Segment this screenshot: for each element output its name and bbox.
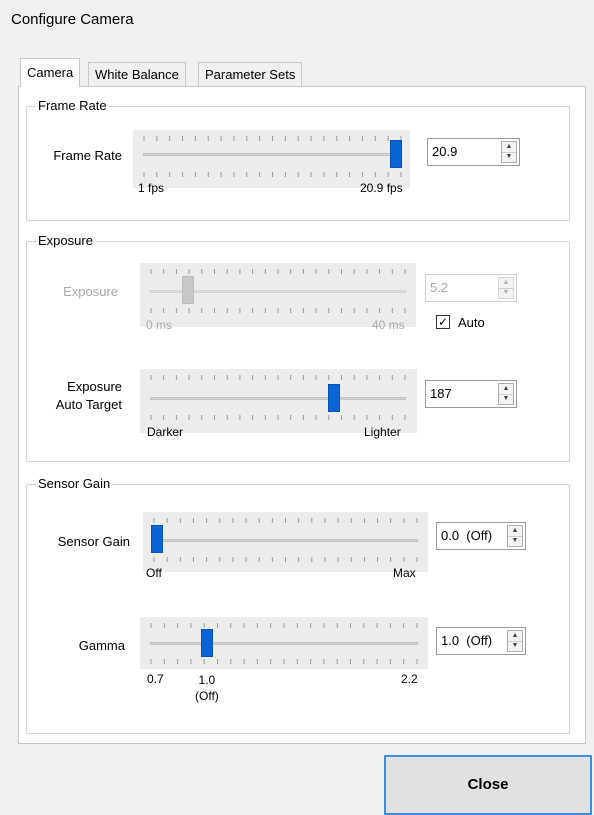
auto-target-spin-buttons[interactable]: ▲ ▼ <box>498 383 514 405</box>
exposure-group-label: Exposure <box>36 233 95 248</box>
exposure-spinbox[interactable]: 5.2 ▲ ▼ <box>425 274 517 302</box>
gamma-top-ticks <box>150 623 418 628</box>
gamma-track <box>150 642 418 645</box>
frame-rate-label: Frame Rate <box>53 148 122 163</box>
gamma-mid-label-line1: 1.0 <box>198 673 216 687</box>
exposure-auto-target-label: Exposure Auto Target <box>30 378 122 414</box>
frame-rate-max-label: 20.9 fps <box>360 181 403 195</box>
gamma-bottom-ticks <box>150 659 418 664</box>
sensor-gain-bottom-ticks <box>153 557 418 562</box>
gamma-label: Gamma <box>78 638 125 653</box>
gamma-thumb[interactable] <box>201 629 214 657</box>
auto-target-track <box>150 397 406 400</box>
sensor-gain-thumb[interactable] <box>151 525 163 553</box>
exposure-auto-target-label-line2: Auto Target <box>55 397 122 412</box>
gamma-mid-label: 1.0 (Off) <box>195 672 219 704</box>
frame-rate-thumb[interactable] <box>390 140 402 168</box>
exposure-auto-target-label-line1: Exposure <box>67 379 122 394</box>
tab-parameter-sets[interactable]: Parameter Sets <box>198 62 303 87</box>
sensor-gain-top-ticks <box>153 518 418 523</box>
exposure-max-label: 40 ms <box>372 318 405 332</box>
exposure-thumb[interactable] <box>181 276 194 304</box>
sensor-gain-spin-buttons[interactable]: ▲ ▼ <box>507 525 523 547</box>
frame-rate-value: 20.9 <box>432 144 458 159</box>
sensor-gain-slider[interactable] <box>143 512 428 572</box>
spin-down-icon[interactable]: ▼ <box>499 288 513 298</box>
frame-rate-group-label: Frame Rate <box>36 98 109 113</box>
close-button[interactable]: Close <box>384 755 592 815</box>
gamma-max-label: 2.2 <box>401 672 418 686</box>
auto-checkbox[interactable]: ✓ <box>436 315 450 329</box>
auto-target-value: 187 <box>430 386 452 401</box>
exposure-min-label: 0 ms <box>146 318 173 332</box>
tab-camera[interactable]: Camera <box>20 58 81 87</box>
auto-checkbox-label: Auto <box>458 315 485 330</box>
exposure-bottom-ticks <box>150 308 406 313</box>
gamma-min-label: 0.7 <box>147 672 164 686</box>
spin-down-icon[interactable]: ▼ <box>508 641 522 651</box>
sensor-gain-max-label: Max <box>393 566 416 580</box>
auto-target-bottom-ticks <box>150 415 406 420</box>
exposure-label: Exposure <box>63 284 118 299</box>
frame-rate-track <box>143 153 402 156</box>
gamma-value: 1.0 (Off) <box>441 633 493 648</box>
sensor-gain-min-label: Off <box>146 566 162 580</box>
sensor-gain-track <box>153 539 418 542</box>
exposure-auto-target-slider[interactable] <box>140 369 417 433</box>
auto-target-min-label: Darker <box>147 425 184 439</box>
exposure-spin-buttons[interactable]: ▲ ▼ <box>498 277 514 299</box>
window-title: Configure Camera <box>11 11 134 28</box>
exposure-top-ticks <box>150 269 406 274</box>
frame-rate-bottom-ticks <box>143 172 402 177</box>
auto-target-thumb[interactable] <box>328 384 341 412</box>
frame-rate-min-label: 1 fps <box>138 181 165 195</box>
sensor-gain-group-label: Sensor Gain <box>36 476 113 491</box>
frame-rate-spin-buttons[interactable]: ▲ ▼ <box>501 141 517 163</box>
frame-rate-slider[interactable] <box>133 130 410 188</box>
gamma-spin-buttons[interactable]: ▲ ▼ <box>507 630 523 652</box>
exposure-value: 5.2 <box>430 280 449 295</box>
checkmark-icon: ✓ <box>437 315 449 329</box>
auto-target-top-ticks <box>150 375 406 380</box>
auto-target-max-label: Lighter <box>364 425 401 439</box>
gamma-mid-label-line2: (Off) <box>195 689 219 703</box>
auto-target-spinbox[interactable]: 187 ▲ ▼ <box>425 380 517 408</box>
spin-down-icon[interactable]: ▼ <box>508 536 522 546</box>
sensor-gain-spinbox[interactable]: 0.0 (Off) ▲ ▼ <box>436 522 526 550</box>
gamma-slider[interactable] <box>140 617 428 669</box>
spin-down-icon[interactable]: ▼ <box>499 394 513 404</box>
sensor-gain-label: Sensor Gain <box>57 534 130 549</box>
frame-rate-top-ticks <box>143 136 402 141</box>
gamma-spinbox[interactable]: 1.0 (Off) ▲ ▼ <box>436 627 526 655</box>
tab-white-balance[interactable]: White Balance <box>88 62 186 87</box>
spin-down-icon[interactable]: ▼ <box>502 152 516 162</box>
frame-rate-spinbox[interactable]: 20.9 ▲ ▼ <box>427 138 520 166</box>
sensor-gain-value: 0.0 (Off) <box>441 528 493 543</box>
